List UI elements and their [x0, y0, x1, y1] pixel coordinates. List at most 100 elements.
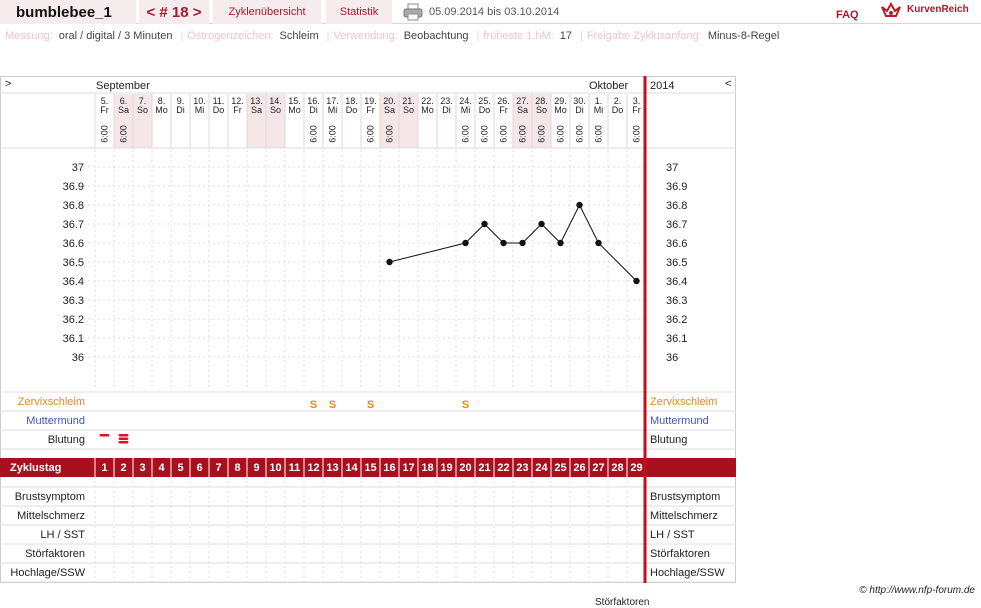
zyklustag-number: 26 — [573, 462, 585, 474]
y-tick-label: 36.6 — [63, 238, 84, 250]
zyklustag-number: 2 — [120, 462, 126, 474]
weekday-label: Sa — [251, 105, 262, 115]
zyklustag-number: 24 — [535, 462, 548, 474]
row-label-zervix: Zervixschleim — [18, 396, 85, 408]
time-label: 6:00 — [119, 125, 129, 143]
temperature-point — [633, 277, 640, 285]
time-label: 6:00 — [537, 125, 547, 143]
y-tick-label: 36.8 — [63, 200, 84, 212]
weekday-label: Mi — [195, 105, 205, 115]
zyklustag-number: 19 — [440, 462, 452, 474]
row-label-mittel: Mittelschmerz — [17, 510, 85, 522]
zyklustag-number: 16 — [383, 462, 395, 474]
y-tick-label-right: 36.6 — [666, 238, 687, 250]
zyklustag-number: 3 — [139, 462, 145, 474]
time-label: 6:00 — [309, 125, 319, 143]
time-label: 6:00 — [556, 125, 566, 143]
weekday-label: So — [270, 105, 281, 115]
month-label: Oktober — [589, 80, 628, 92]
weekday-label: Mo — [155, 105, 168, 115]
zyklustag-number: 27 — [592, 462, 604, 474]
y-tick-label: 36.7 — [63, 219, 84, 231]
row-label-right-zervix: Zervixschleim — [650, 396, 717, 408]
zyklustag-number: 6 — [196, 462, 202, 474]
row-label-hoch: Hochlage/SSW — [10, 567, 85, 579]
year-label: 2014 — [650, 80, 674, 92]
time-label: 6:00 — [594, 125, 604, 143]
row-label-right-mittel: Mittelschmerz — [650, 510, 718, 522]
weekday-label: Di — [442, 105, 451, 115]
zyklustag-number: 22 — [497, 462, 509, 474]
weekday-label: Mi — [461, 105, 471, 115]
time-label: 6:00 — [385, 125, 395, 143]
weekday-label: Do — [612, 105, 624, 115]
zervix-mark: S — [329, 399, 336, 411]
time-label: 6:00 — [575, 125, 585, 143]
row-label-right-blutung: Blutung — [650, 434, 687, 446]
zervix-mark: S — [367, 399, 374, 411]
weekday-label: Di — [575, 105, 584, 115]
time-label: 6:00 — [328, 125, 338, 143]
weekday-label: So — [403, 105, 414, 115]
y-tick-label-right: 36.1 — [666, 333, 687, 345]
row-label-stoer: Störfaktoren — [25, 548, 85, 560]
weekday-label: So — [137, 105, 148, 115]
y-tick-label-right: 36.2 — [666, 314, 687, 326]
weekday-label: So — [536, 105, 547, 115]
temperature-point — [462, 239, 469, 247]
zyklustag-number: 25 — [554, 462, 566, 474]
row-label-right-hoch: Hochlage/SSW — [650, 567, 725, 579]
copyright-footer: © http://www.nfp-forum.de — [859, 585, 975, 596]
temperature-point — [576, 201, 583, 209]
weekday-label: Di — [309, 105, 318, 115]
row-label-blutung: Blutung — [48, 434, 85, 446]
temperature-point — [386, 258, 393, 266]
zyklustag-label: Zyklustag — [10, 462, 61, 474]
row-label-right-brust: Brustsymptom — [650, 491, 720, 503]
cycle-chart: > <September Oktober 20145.Fr6:006.Sa6:007.… — [0, 76, 736, 583]
zyklustag-number: 18 — [421, 462, 433, 474]
y-tick-label-right: 36 — [666, 352, 678, 364]
temperature-point — [538, 220, 545, 228]
weekday-label: Sa — [384, 105, 395, 115]
weekday-label: Fr — [100, 105, 109, 115]
weekday-label: Do — [479, 105, 491, 115]
chart-border — [0, 76, 736, 583]
y-tick-label: 36.5 — [63, 257, 84, 269]
y-tick-label: 37 — [72, 162, 84, 174]
row-label-right-muttermund: Muttermund — [650, 415, 709, 427]
y-tick-label: 36.9 — [63, 181, 84, 193]
y-tick-label-right: 36.3 — [666, 295, 687, 307]
weekday-label: Do — [346, 105, 358, 115]
nav-prev-arrow: > — [5, 78, 11, 90]
time-label: 6:00 — [461, 125, 471, 143]
zervix-mark: S — [462, 399, 469, 411]
row-label-right-stoer: Störfaktoren — [650, 548, 710, 560]
y-tick-label: 36.1 — [63, 333, 84, 345]
row-label-brust: Brustsymptom — [15, 491, 85, 503]
y-tick-label: 36.2 — [63, 314, 84, 326]
zyklustag-number: 4 — [158, 462, 165, 474]
y-tick-label: 36.3 — [63, 295, 84, 307]
weekday-label: Do — [213, 105, 225, 115]
y-tick-label-right: 36.8 — [666, 200, 687, 212]
temperature-point — [519, 239, 526, 247]
zyklustag-number: 21 — [478, 462, 490, 474]
row-label-right-lh: LH / SST — [650, 529, 695, 541]
weekday-label: Fr — [366, 105, 375, 115]
row-label-muttermund: Muttermund — [26, 415, 85, 427]
time-label: 6:00 — [100, 125, 110, 143]
weekday-label: Mo — [554, 105, 567, 115]
zyklustag-number: 20 — [459, 462, 471, 474]
time-label: 6:00 — [499, 125, 509, 143]
y-tick-label-right: 36.7 — [666, 219, 687, 231]
cut-off-label: Störfaktoren — [595, 597, 650, 608]
blutung-mark — [118, 434, 129, 437]
zyklustag-number: 15 — [364, 462, 376, 474]
zyklustag-number: 10 — [269, 462, 281, 474]
weekday-label: Mo — [421, 105, 434, 115]
zyklustag-number: 12 — [307, 462, 319, 474]
zyklustag-number: 17 — [402, 462, 414, 474]
zervix-mark: S — [310, 399, 317, 411]
weekday-label: Sa — [118, 105, 129, 115]
